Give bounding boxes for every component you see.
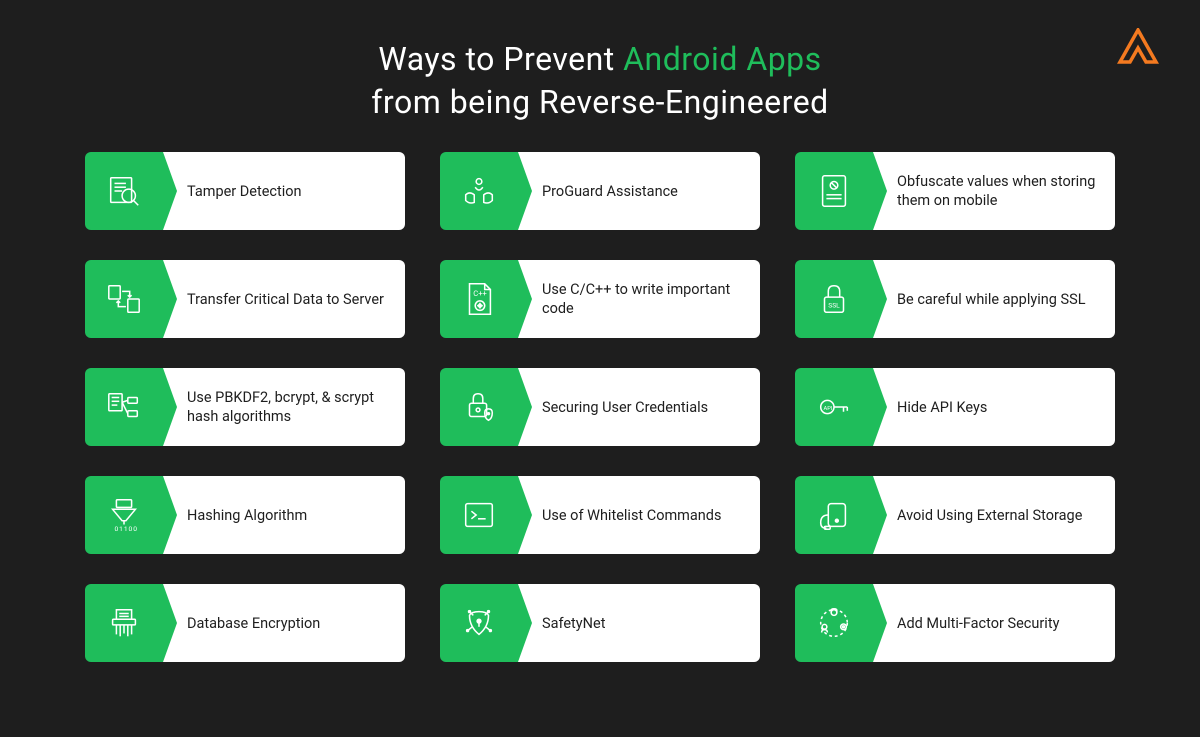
tile-tamper-detection: Tamper Detection [85,152,405,230]
title-part1: Ways to Prevent [378,40,623,78]
svg-text:01100: 01100 [115,526,138,534]
tile-label: Use C/C++ to write important code [518,260,760,338]
tile-label: Add Multi-Factor Security [873,584,1115,662]
tile-pbkdf2: Use PBKDF2, bcrypt, & scrypt hash algori… [85,368,405,446]
shredder-icon [85,584,163,662]
tile-proguard: ProGuard Assistance [440,152,760,230]
brand-logo [1116,28,1160,70]
tile-cpp: C++ Use C/C++ to write important code [440,260,760,338]
api-key-icon: API [795,368,873,446]
tile-label: Use PBKDF2, bcrypt, & scrypt hash algori… [163,368,405,446]
tile-label: Use of Whitelist Commands [518,476,760,554]
tile-label: ProGuard Assistance [518,152,760,230]
ssl-lock-icon: SSL [795,260,873,338]
hands-care-icon [440,152,518,230]
tile-user-credentials: Securing User Credentials [440,368,760,446]
algorithm-icon [85,368,163,446]
tile-grid: Tamper Detection ProGuard Assistance Obf… [0,152,1200,662]
tile-label: Avoid Using External Storage [873,476,1115,554]
tile-multifactor: Add Multi-Factor Security [795,584,1115,662]
hash-funnel-icon: 01100 [85,476,163,554]
tile-label: Be careful while applying SSL [873,260,1115,338]
tile-label: Transfer Critical Data to Server [163,260,405,338]
tile-ssl: SSL Be careful while applying SSL [795,260,1115,338]
tile-label: Securing User Credentials [518,368,760,446]
tile-hashing: 01100 Hashing Algorithm [85,476,405,554]
tile-label: Hide API Keys [873,368,1115,446]
title-part2: from being Reverse-Engineered [371,83,828,121]
tile-obfuscate: Obfuscate values when storing them on mo… [795,152,1115,230]
page-title: Ways to Prevent Android Apps from being … [0,0,1200,152]
shield-lock-icon [440,368,518,446]
external-drive-icon [795,476,873,554]
tile-db-encryption: Database Encryption [85,584,405,662]
cpp-file-icon: C++ [440,260,518,338]
tile-safetynet: SafetyNet [440,584,760,662]
svg-text:API: API [824,406,833,412]
safetynet-icon [440,584,518,662]
obfuscate-icon [795,152,873,230]
tile-label: Obfuscate values when storing them on mo… [873,152,1115,230]
terminal-icon [440,476,518,554]
tile-external-storage: Avoid Using External Storage [795,476,1115,554]
tile-api-keys: API Hide API Keys [795,368,1115,446]
tile-transfer-server: Transfer Critical Data to Server [85,260,405,338]
tile-label: SafetyNet [518,584,760,662]
tile-label: Tamper Detection [163,152,405,230]
multifactor-icon [795,584,873,662]
tile-whitelist: Use of Whitelist Commands [440,476,760,554]
server-transfer-icon [85,260,163,338]
svg-text:C++: C++ [473,290,487,299]
tile-label: Database Encryption [163,584,405,662]
tile-label: Hashing Algorithm [163,476,405,554]
title-accent: Android Apps [623,40,821,78]
search-document-icon [85,152,163,230]
svg-text:SSL: SSL [828,302,840,310]
